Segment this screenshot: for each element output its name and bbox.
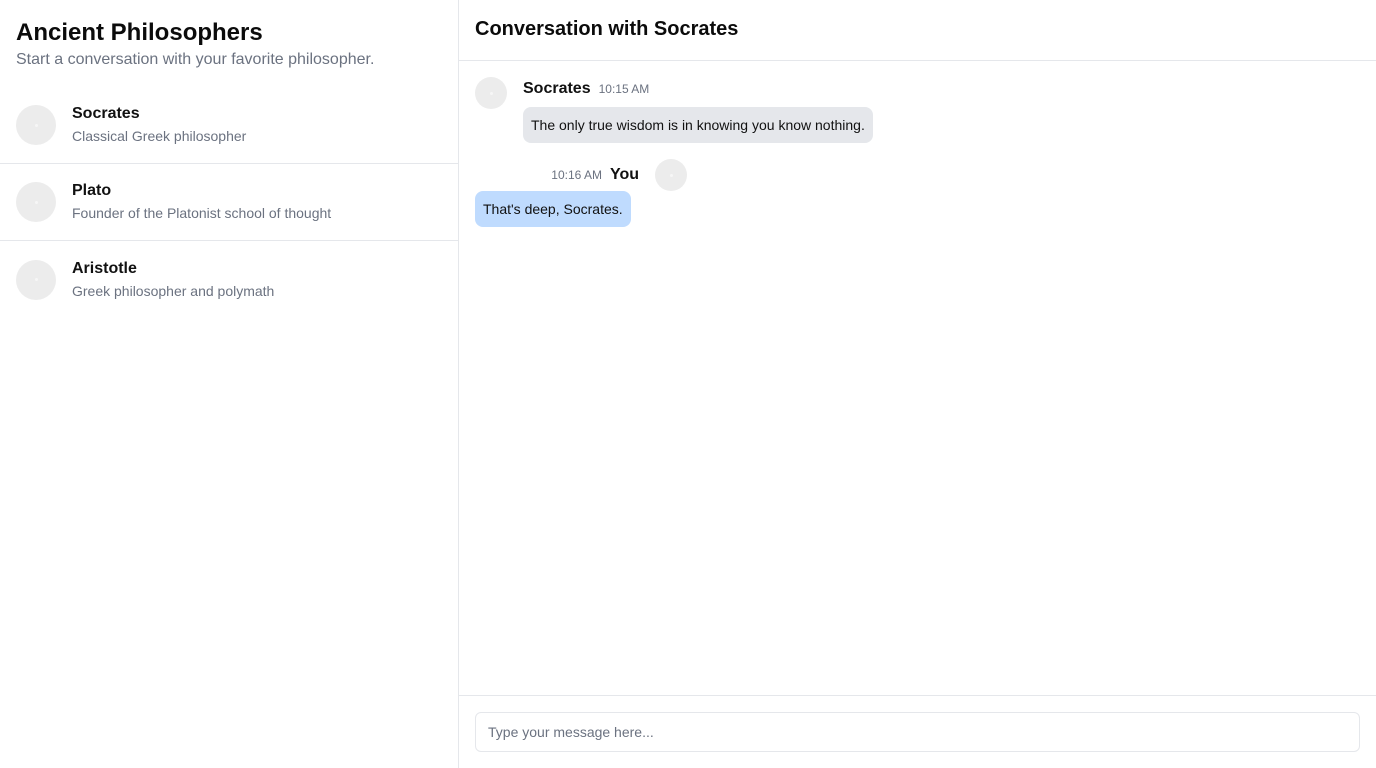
sidebar: Ancient Philosophers Start a conversatio… (0, 0, 459, 768)
contact-list: Socrates Classical Greek philosopher Pla… (0, 87, 458, 318)
app-root: Ancient Philosophers Start a conversatio… (0, 0, 1376, 768)
message-bubble: That's deep, Socrates. (475, 191, 631, 227)
contact-description: Classical Greek philosopher (72, 128, 247, 144)
message-bubble: The only true wisdom is in knowing you k… (523, 107, 873, 143)
message-composer (459, 695, 1376, 768)
sidebar-title: Ancient Philosophers (16, 19, 263, 46)
message-sender: You (609, 166, 639, 183)
contact-description: Founder of the Platonist school of thoug… (72, 205, 332, 221)
message-timestamp: 10:16 AM (551, 168, 602, 182)
avatar-placeholder-icon (16, 182, 56, 222)
chat-header: Conversation with Socrates (459, 0, 1376, 61)
contact-name: Plato (72, 182, 112, 199)
contact-item-plato[interactable]: Plato Founder of the Platonist school of… (0, 164, 458, 241)
contact-name: Aristotle (72, 259, 137, 277)
avatar-placeholder-icon (16, 259, 56, 300)
contact-item-aristotle[interactable]: Aristotle Greek philosopher and polymath (0, 241, 458, 318)
chat-panel: Conversation with Socrates Socrates 10:1… (459, 0, 1376, 768)
message-input[interactable] (475, 712, 1360, 752)
sidebar-subtitle: Start a conversation with your favorite … (16, 51, 375, 68)
contact-description: Greek philosopher and polymath (72, 282, 275, 299)
message-timestamp: 10:15 AM (598, 82, 650, 96)
avatar-placeholder-icon (655, 159, 687, 191)
message-incoming: Socrates 10:15 AM The only true wisdom i… (475, 77, 1360, 143)
avatar-placeholder-icon (16, 105, 56, 145)
chat-title: Conversation with Socrates (475, 17, 739, 40)
message-list: Socrates 10:15 AM The only true wisdom i… (459, 61, 1376, 695)
message-sender: Socrates (523, 80, 591, 97)
sidebar-header: Ancient Philosophers Start a conversatio… (0, 0, 458, 87)
avatar-placeholder-icon (475, 77, 507, 109)
message-outgoing: 10:16 AM You That's deep, Socrates. (475, 159, 687, 227)
contact-name: Socrates (72, 105, 140, 122)
contact-item-socrates[interactable]: Socrates Classical Greek philosopher (0, 87, 458, 164)
